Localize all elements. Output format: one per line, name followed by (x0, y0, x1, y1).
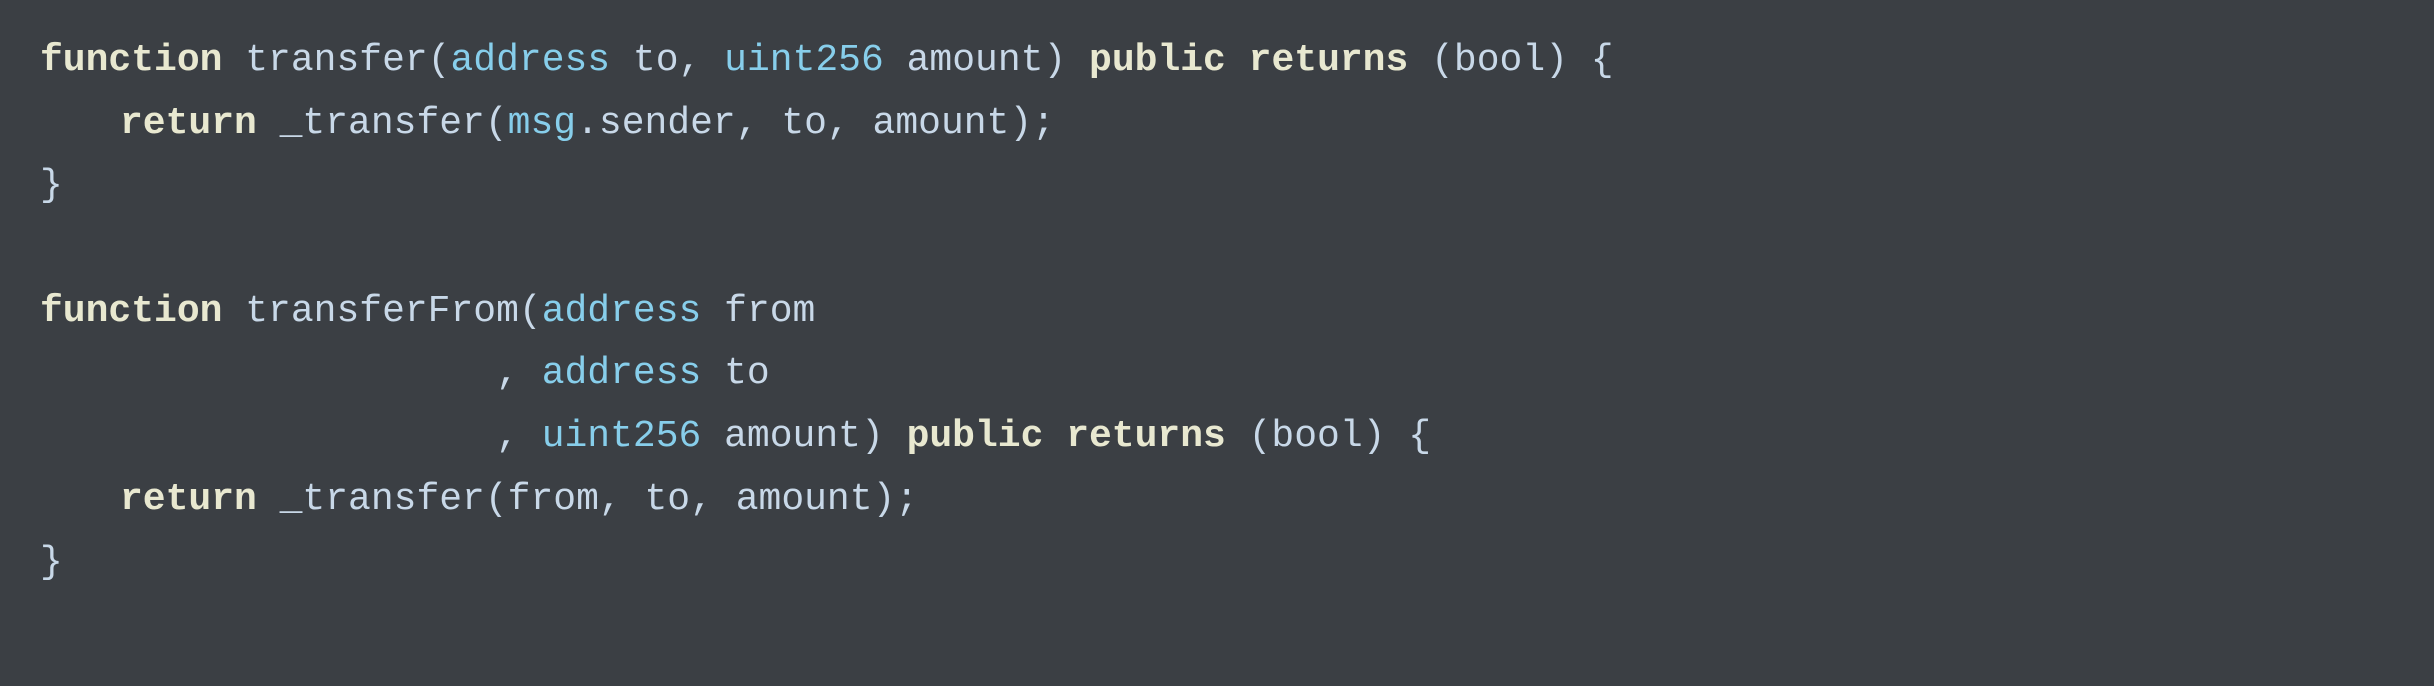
type-uint256-1: uint256 (724, 39, 884, 82)
code-line-1: function transfer(address to, uint256 am… (40, 30, 2394, 93)
empty-line (40, 218, 2394, 281)
code-text: to (701, 352, 769, 395)
code-text: _transfer(from, to, amount); (257, 478, 918, 521)
type-address-3: address (542, 352, 702, 395)
code-text: from (701, 290, 815, 333)
code-line-2: return _transfer(msg.sender, to, amount)… (40, 93, 2394, 156)
keyword-public-returns-2: public returns (907, 415, 1226, 458)
code-text: transferFrom( (222, 290, 541, 333)
type-uint256-2: uint256 (542, 415, 702, 458)
code-text: transfer( (222, 39, 450, 82)
keyword-public-returns-1: public returns (1089, 39, 1408, 82)
code-line-9: } (40, 532, 2394, 595)
closing-brace-1: } (40, 164, 63, 207)
code-text: .sender, to, amount); (576, 102, 1055, 145)
code-editor: function transfer(address to, uint256 am… (0, 0, 2434, 686)
msg-object: msg (508, 102, 576, 145)
keyword-function-2: function (40, 290, 222, 333)
code-line-3: } (40, 155, 2394, 218)
closing-brace-2: } (40, 541, 63, 584)
code-text: amount) (884, 39, 1089, 82)
code-text: to, (610, 39, 724, 82)
code-text: amount) (701, 415, 906, 458)
keyword-function-1: function (40, 39, 222, 82)
code-line-8: return _transfer(from, to, amount); (40, 469, 2394, 532)
code-text: , (40, 352, 542, 395)
keyword-return-1: return (120, 102, 257, 145)
type-address-1: address (450, 39, 610, 82)
code-line-6: , address to (40, 343, 2394, 406)
code-text: , (40, 415, 542, 458)
keyword-return-2: return (120, 478, 257, 521)
code-line-7: , uint256 amount) public returns (bool) … (40, 406, 2394, 469)
code-line-5: function transferFrom(address from (40, 281, 2394, 344)
type-address-2: address (542, 290, 702, 333)
code-text: (bool) { (1226, 415, 1431, 458)
code-text: _transfer( (257, 102, 508, 145)
code-text: (bool) { (1408, 39, 1613, 82)
